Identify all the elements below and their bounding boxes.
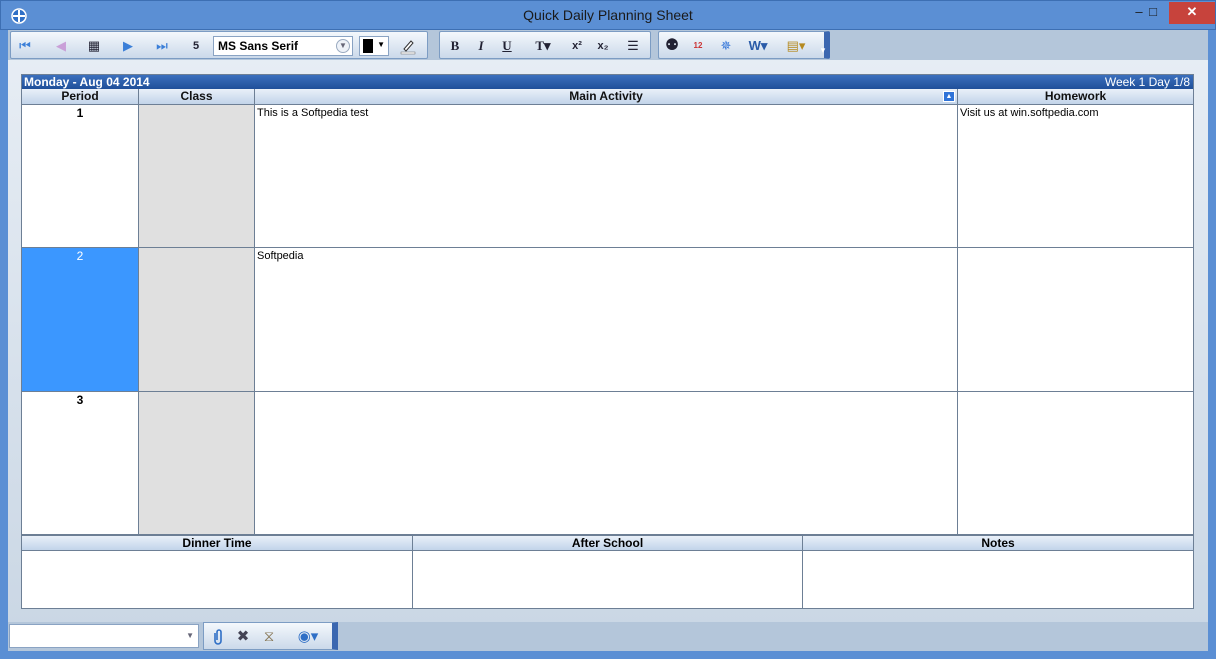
font-name-select[interactable]: MS Sans Serif ▼ [213,36,353,56]
class-cell[interactable] [139,248,255,392]
notes-header: Notes [803,535,1193,551]
dinner-time-header: Dinner Time [22,535,413,551]
day-date: Monday - Aug 04 2014 [24,75,150,89]
italic-button[interactable]: I [470,35,492,57]
main-activity-cell[interactable]: Softpedia [255,248,958,392]
underline-button[interactable]: U [496,35,518,57]
planner-sheet: Monday - Aug 04 2014 Week 1 Day 1/8 Peri… [21,74,1194,609]
delete-icon[interactable]: ✖ [232,626,254,648]
subscript-button[interactable]: x₂ [592,35,614,57]
settings-icon[interactable]: ✵ [715,35,737,57]
binoculars-icon[interactable]: ⚉ [661,35,683,57]
status-bar: ▼ ✖ ⧖ ◉▾ [8,622,1208,651]
font-name-value: MS Sans Serif [218,39,299,53]
status-combo-box[interactable]: ▼ [9,624,199,648]
highlighter-icon[interactable] [397,35,419,57]
class-cell[interactable] [139,105,255,248]
period-cell[interactable]: 1 [22,105,139,248]
collapse-up-icon[interactable]: ▲ [943,91,955,102]
export-button[interactable]: ▤▾ [783,35,809,57]
format-toolbar-group: ⏮ ◀ ▦ ▶ ⏭ 5 MS Sans Serif ▼ ▼ [10,31,428,59]
color-swatch [363,39,373,53]
status-toolbar-group: ✖ ⧖ ◉▾ [203,622,338,650]
day-number-button[interactable]: 5 [185,35,207,57]
homework-cell[interactable] [958,248,1193,392]
window-title: Quick Daily Planning Sheet [523,7,693,23]
title-bar: Quick Daily Planning Sheet – □ ✕ [0,0,1216,30]
period-cell[interactable]: 3 [22,392,139,535]
close-button[interactable]: ✕ [1169,2,1215,24]
text-style-button[interactable]: T▾ [528,35,558,57]
style-toolbar-group: B I U T▾ x² x₂ ☰ [439,31,651,59]
column-header-period[interactable]: Period [22,89,139,105]
bullet-list-button[interactable]: ☰ [622,35,644,57]
maximize-button[interactable]: □ [1141,2,1165,24]
bold-button[interactable]: B [444,35,466,57]
period-cell-selected[interactable]: 2 [22,248,139,392]
paperclip-icon[interactable] [207,626,229,648]
after-school-field[interactable] [413,551,803,608]
week-indicator: Week 1 Day 1/8 [1104,75,1190,89]
superscript-button[interactable]: x² [566,35,588,57]
first-day-button[interactable]: ⏮ [14,35,36,57]
toolbar: ⏮ ◀ ▦ ▶ ⏭ 5 MS Sans Serif ▼ ▼ B I U T▾ x… [8,30,1208,60]
main-activity-cell[interactable]: This is a Softpedia test [255,105,958,248]
after-school-header: After School [413,535,803,551]
previous-day-button[interactable]: ◀ [50,35,72,57]
day-header: Monday - Aug 04 2014 Week 1 Day 1/8 [22,75,1193,89]
hourglass-icon[interactable]: ⧖ [258,626,280,648]
last-day-button[interactable]: ⏭ [151,35,173,57]
column-header-main-label: Main Activity [569,89,643,103]
chevron-down-icon[interactable]: ▼ [186,631,194,640]
word-export-button[interactable]: W▾ [745,35,771,57]
toolbar-overflow-button[interactable]: ▾ [817,44,829,56]
column-header-homework[interactable]: Homework [958,89,1193,105]
column-header-main-activity[interactable]: Main Activity ▲ [255,89,958,105]
column-header-class[interactable]: Class [139,89,255,105]
dinner-time-field[interactable] [22,551,413,608]
chevron-down-icon: ▼ [377,40,385,49]
window-frame: ⏮ ◀ ▦ ▶ ⏭ 5 MS Sans Serif ▼ ▼ B I U T▾ x… [0,30,1216,659]
main-activity-cell[interactable] [255,392,958,535]
chevron-down-icon[interactable]: ▼ [336,39,350,53]
homework-cell[interactable] [958,392,1193,535]
globe-icon[interactable]: ◉▾ [292,626,324,648]
notes-field[interactable] [803,551,1193,608]
date-icon[interactable]: 12 [687,35,709,57]
client-area: ⏮ ◀ ▦ ▶ ⏭ 5 MS Sans Serif ▼ ▼ B I U T▾ x… [8,30,1208,651]
homework-cell[interactable]: Visit us at win.softpedia.com [958,105,1193,248]
class-cell[interactable] [139,392,255,535]
text-color-picker[interactable]: ▼ [359,36,389,56]
next-day-button[interactable]: ▶ [117,35,139,57]
calendar-icon[interactable]: ▦ [83,35,105,57]
tools-toolbar-group: ⚉ 12 ✵ W▾ ▤▾ ▾ [658,31,830,59]
